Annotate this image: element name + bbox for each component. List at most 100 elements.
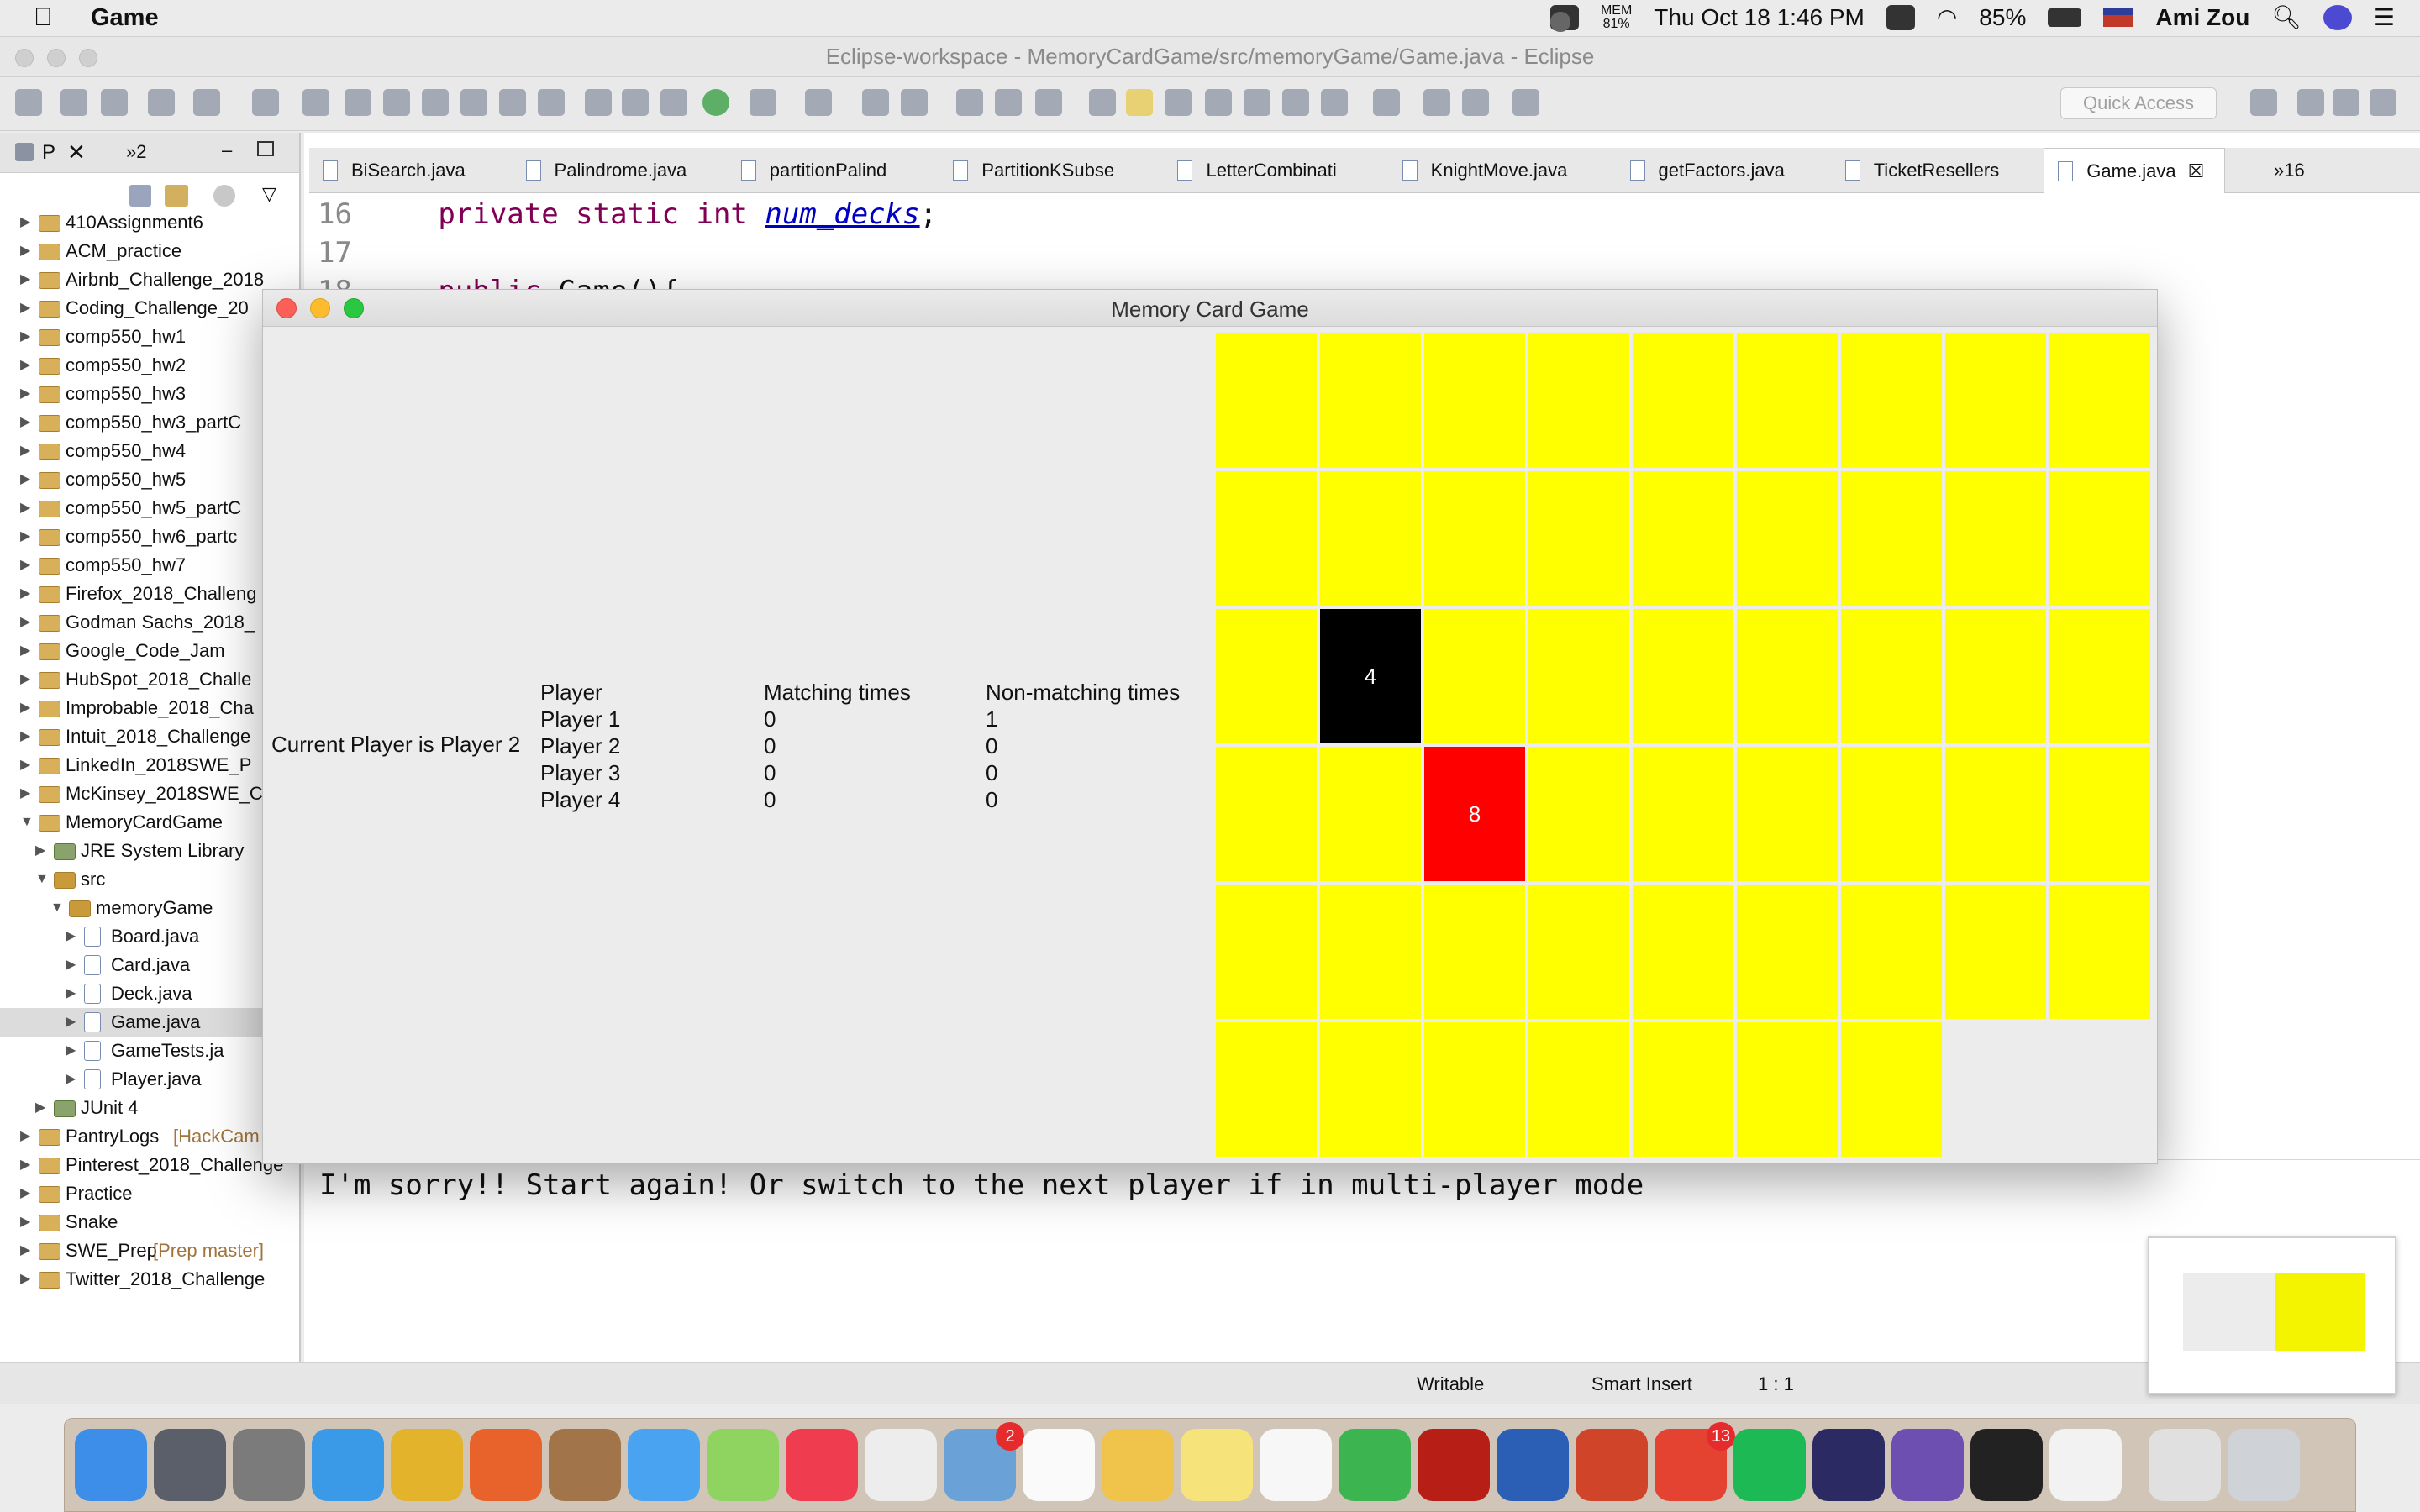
step-into-icon[interactable]	[460, 89, 487, 116]
editor-tab[interactable]: getFactors.java	[1617, 148, 1826, 193]
acrobat-icon[interactable]	[1418, 1429, 1490, 1501]
previous-annotation-icon[interactable]	[1373, 89, 1400, 116]
tree-item[interactable]: ▶ comp550_hw1	[0, 323, 299, 351]
system-preferences-icon[interactable]	[233, 1429, 305, 1501]
tree-item[interactable]: ▶ Game.java	[0, 1008, 299, 1037]
disconnect-icon[interactable]	[422, 89, 449, 116]
launchpad-icon[interactable]	[154, 1429, 226, 1501]
card-hidden[interactable]	[1528, 609, 1629, 743]
view-overflow-icon[interactable]: »2	[126, 141, 146, 163]
editor-tab[interactable]: KnightMove.java	[1389, 148, 1611, 193]
card-hidden[interactable]	[1424, 333, 1525, 468]
close-tab-icon[interactable]: ☒	[2188, 160, 2205, 181]
terminal-icon[interactable]	[1970, 1429, 2043, 1501]
card-hidden[interactable]	[1841, 747, 1942, 881]
card-hidden[interactable]	[1945, 747, 2046, 881]
toggle-annotation-icon[interactable]	[1089, 89, 1116, 116]
tree-item[interactable]: ▶ comp550_hw3_partC	[0, 408, 299, 437]
word-icon[interactable]	[1497, 1429, 1569, 1501]
drop-to-frame-icon[interactable]	[585, 89, 612, 116]
spotify-icon[interactable]	[1733, 1429, 1806, 1501]
collapsed-arrow-icon[interactable]: ▶	[20, 1208, 30, 1236]
card-hidden[interactable]	[2049, 471, 2150, 606]
new-java-project-icon[interactable]	[862, 89, 889, 116]
word-wrap-icon[interactable]	[1205, 89, 1232, 116]
show-whitespace-icon[interactable]	[1244, 89, 1270, 116]
card-hidden[interactable]	[1216, 1022, 1317, 1157]
external-tools-icon[interactable]	[805, 89, 832, 116]
card-hidden[interactable]	[1320, 1022, 1421, 1157]
card-hidden[interactable]	[1737, 885, 1838, 1019]
collapsed-arrow-icon[interactable]: ▶	[66, 922, 76, 951]
tree-item[interactable]: ▶ Pinterest_2018_Challenge	[0, 1151, 299, 1179]
editor-tab[interactable]: LetterCombinati	[1164, 148, 1382, 193]
eclipse-icon[interactable]	[1812, 1429, 1885, 1501]
collapsed-arrow-icon[interactable]: ▶	[20, 637, 30, 665]
collapsed-arrow-icon[interactable]: ▶	[20, 694, 30, 722]
tree-item[interactable]: ▶ Practice	[0, 1179, 299, 1208]
collapsed-arrow-icon[interactable]: ▶	[20, 1265, 30, 1294]
java-perspective-icon[interactable]	[2297, 89, 2324, 116]
code-line[interactable]: 16 private static int num_decks;	[318, 193, 937, 235]
profile-icon[interactable]	[193, 89, 220, 116]
collapsed-arrow-icon[interactable]: ▶	[20, 522, 30, 551]
card-hidden[interactable]	[1320, 471, 1421, 606]
card-hidden[interactable]	[1528, 1022, 1629, 1157]
airplay-icon[interactable]	[1549, 12, 1570, 32]
run-icon[interactable]	[702, 89, 729, 116]
battery-icon[interactable]	[2048, 8, 2082, 27]
finder-icon[interactable]	[75, 1429, 147, 1501]
card-hidden[interactable]	[1216, 747, 1317, 881]
collapsed-arrow-icon[interactable]: ▶	[66, 951, 76, 979]
tree-item[interactable]: ▼ memoryGame	[0, 894, 299, 922]
tree-item[interactable]: ▶ McKinsey_2018SWE_C	[0, 780, 299, 808]
card-hidden[interactable]	[1320, 747, 1421, 881]
editor-tab[interactable]: PartitionKSubse	[939, 148, 1158, 193]
mark-occurrences-icon[interactable]	[1126, 89, 1153, 116]
card-hidden[interactable]	[1633, 885, 1733, 1019]
evernote-icon[interactable]	[1339, 1429, 1411, 1501]
tree-item[interactable]: ▶ ACM_practice	[0, 237, 299, 265]
todoist-icon[interactable]: 13	[1655, 1422, 1735, 1501]
tree-item[interactable]: ▶ Card.java	[0, 951, 299, 979]
cloud-icon[interactable]	[1886, 4, 1915, 30]
card-hidden[interactable]	[1633, 747, 1733, 881]
collapsed-arrow-icon[interactable]: ▶	[20, 751, 30, 780]
collapsed-arrow-icon[interactable]: ▶	[20, 408, 30, 437]
contacts-icon[interactable]	[549, 1429, 621, 1501]
mail-icon[interactable]: 2	[944, 1422, 1024, 1501]
collapsed-arrow-icon[interactable]: ▶	[20, 494, 30, 522]
card-hidden[interactable]	[2049, 747, 2150, 881]
card-hidden[interactable]	[1841, 885, 1942, 1019]
debug-perspective-icon[interactable]	[2370, 89, 2396, 116]
tree-item[interactable]: ▶ JUnit 4	[0, 1094, 299, 1122]
collapsed-arrow-icon[interactable]: ▶	[20, 294, 30, 323]
view-menu-icon[interactable]: ▽	[262, 183, 276, 205]
link-with-editor-icon[interactable]	[165, 185, 188, 207]
open-type-icon[interactable]	[956, 89, 983, 116]
tree-item[interactable]: ▶ comp550_hw6_partc	[0, 522, 299, 551]
card-hidden[interactable]	[1528, 885, 1629, 1019]
tree-item[interactable]: ▶ Snake	[0, 1208, 299, 1236]
card-hidden[interactable]	[1633, 1022, 1733, 1157]
card-hidden[interactable]	[1424, 471, 1525, 606]
memory-indicator[interactable]: MEM 81%	[1601, 3, 1632, 31]
collapsed-arrow-icon[interactable]: ▶	[35, 1094, 45, 1122]
code-line[interactable]: 17	[318, 232, 438, 274]
powerpoint-icon[interactable]	[1576, 1429, 1648, 1501]
safari-icon[interactable]	[312, 1429, 384, 1501]
card-hidden[interactable]	[1633, 609, 1733, 743]
collapsed-arrow-icon[interactable]: ▶	[20, 665, 30, 694]
tabs-overflow[interactable]: »16	[2264, 148, 2305, 193]
pilcrow-icon[interactable]	[1282, 89, 1309, 116]
collapsed-arrow-icon[interactable]: ▶	[20, 208, 30, 237]
collapsed-arrow-icon[interactable]: ▶	[20, 722, 30, 751]
new-icon[interactable]	[15, 89, 42, 116]
suspend-icon[interactable]	[345, 89, 371, 116]
card-hidden[interactable]	[1945, 471, 2046, 606]
tree-item[interactable]: ▼ src	[0, 865, 299, 894]
skip-breakpoints-icon[interactable]	[252, 89, 279, 116]
tree-item[interactable]: ▶ Godman Sachs_2018_	[0, 608, 299, 637]
card-hidden[interactable]	[1737, 609, 1838, 743]
editor-tab[interactable]: Game.java ☒	[2044, 148, 2226, 193]
